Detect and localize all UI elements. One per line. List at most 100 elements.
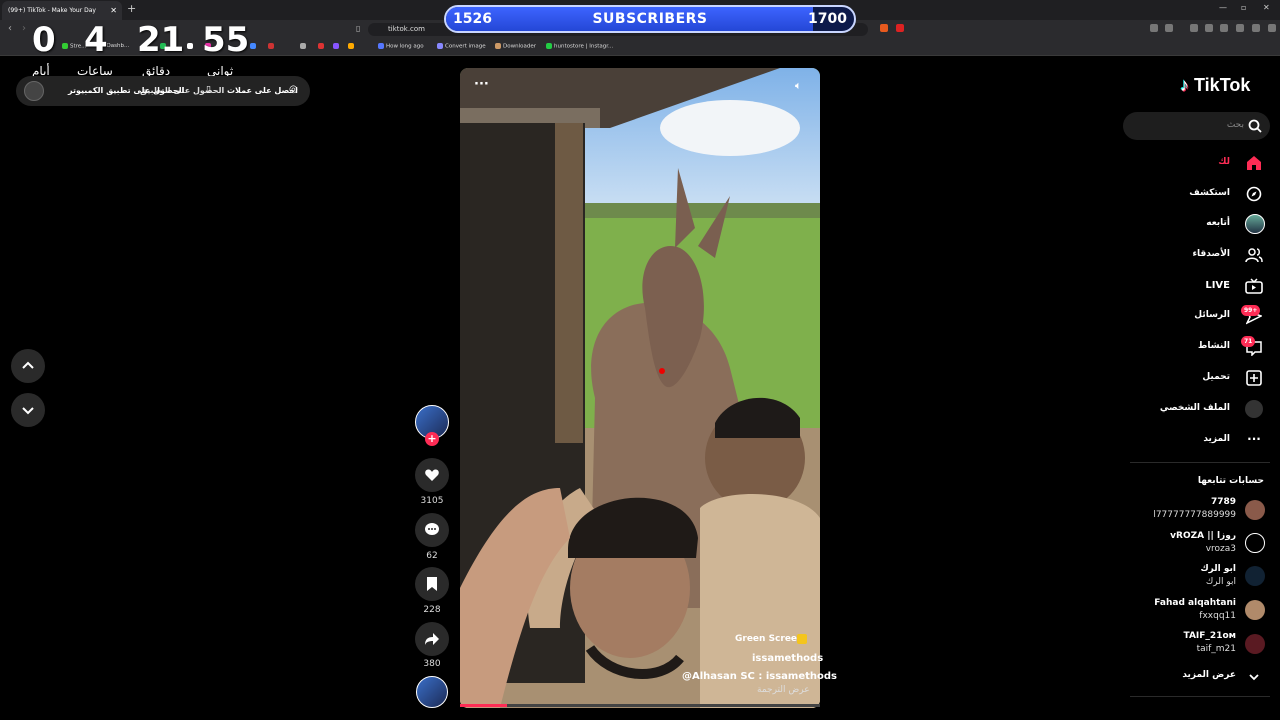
minimize-icon[interactable]: —: [1219, 3, 1227, 12]
bookmark-favicon[interactable]: [250, 43, 258, 50]
chevron-down-icon: [1248, 668, 1260, 687]
avatar: [1245, 634, 1265, 654]
get-app-link[interactable]: الحصول على التطبيق: [140, 86, 224, 95]
rewards-icon[interactable]: [896, 24, 904, 32]
tab-title: (99+) TikTok - Make Your Day: [8, 7, 96, 14]
chevron-up-icon: [22, 361, 34, 369]
comment-icon: [425, 523, 439, 535]
new-tab-icon[interactable]: +: [127, 2, 136, 15]
previous-video-button[interactable]: [11, 349, 45, 383]
account-name: 7789: [1210, 497, 1236, 507]
activity-badge: 71: [1241, 336, 1256, 347]
more-icon: ···: [1247, 432, 1261, 446]
back-icon[interactable]: ‹: [8, 23, 12, 34]
music-disc-avatar[interactable]: [416, 676, 448, 708]
countdown-hours-value: 4: [84, 20, 108, 60]
next-video-button[interactable]: [11, 393, 45, 427]
countdown-days-value: 0: [32, 20, 56, 60]
comment-button[interactable]: [415, 513, 449, 547]
bookmark-item[interactable]: Convert image: [437, 43, 486, 50]
extension-icon[interactable]: [1252, 24, 1260, 32]
bookmark-icon[interactable]: ▯: [356, 24, 360, 33]
sidebar-divider: [1130, 462, 1270, 463]
bookmark-favicon[interactable]: [318, 43, 326, 50]
save-button[interactable]: [415, 567, 449, 601]
comment-count: 62: [426, 551, 438, 561]
forward-icon[interactable]: ›: [22, 23, 26, 34]
account-name: Fahad alqahtani: [1154, 598, 1236, 608]
sidebar-item-label: لك: [1218, 157, 1230, 167]
search-placeholder: بحث: [1226, 120, 1244, 130]
like-count: 3105: [420, 496, 444, 506]
search-icon[interactable]: [1248, 119, 1262, 133]
home-icon: [1245, 154, 1263, 172]
tiktok-logo[interactable]: ♪ TikTok: [1180, 75, 1250, 96]
extension-icon[interactable]: [1220, 24, 1228, 32]
bookmark-favicon[interactable]: [348, 43, 356, 50]
close-window-icon[interactable]: ✕: [1263, 3, 1270, 12]
extension-icon[interactable]: [1190, 24, 1198, 32]
save-count: 228: [423, 605, 441, 615]
account-username: ابو الرك: [1205, 577, 1236, 587]
share-button[interactable]: [415, 622, 449, 656]
compass-icon: [1245, 185, 1263, 203]
bookmark-item[interactable]: Stre...: [62, 43, 86, 50]
sidebar-item-label: الأصدقاء: [1192, 249, 1230, 259]
bookmark-favicon[interactable]: [333, 43, 341, 50]
maximize-icon[interactable]: ▫: [1241, 3, 1246, 12]
subscriber-goal-bar: 1526 SUBSCRIBERS 1700: [444, 5, 856, 33]
bookmark-item[interactable]: How long ago: [378, 43, 424, 50]
bookmark-favicon[interactable]: [268, 43, 276, 50]
video-caption: @Alhasan SC : issamethods: [682, 671, 837, 682]
tiktok-note-icon: ♪: [1180, 75, 1189, 95]
video-author[interactable]: issamethods: [752, 653, 823, 664]
sidebar-item-label: النشاط: [1197, 341, 1230, 351]
extension-icon[interactable]: [1236, 24, 1244, 32]
close-tab-icon[interactable]: ✕: [110, 1, 117, 20]
url-text: tiktok.com: [388, 25, 425, 33]
video-frame: [460, 68, 820, 708]
menu-icon[interactable]: [1268, 24, 1276, 32]
browser-tab[interactable]: (99+) TikTok - Make Your Day ✕: [2, 1, 122, 20]
bookmark-item[interactable]: Downloader: [495, 43, 536, 50]
extension-icon[interactable]: [1205, 24, 1213, 32]
friends-icon: [1245, 246, 1263, 264]
get-coins-link[interactable]: احصل على عملات: [227, 86, 298, 95]
sidebar-divider: [1130, 696, 1270, 697]
account-username: vroza3: [1205, 544, 1236, 554]
pill-avatar[interactable]: [24, 81, 44, 101]
like-button[interactable]: [415, 458, 449, 492]
subscriber-label: SUBSCRIBERS: [592, 11, 708, 27]
avatar: [1245, 533, 1265, 553]
video-progress-bar[interactable]: [460, 704, 820, 707]
coin-icon: ◎: [289, 84, 298, 95]
bookmark-item[interactable]: huntostore | Instagr...: [546, 43, 613, 50]
follow-plus-icon[interactable]: +: [425, 432, 439, 446]
messages-badge: 99+: [1241, 305, 1261, 316]
video-player[interactable]: [460, 68, 820, 708]
extension-icon[interactable]: [1150, 24, 1158, 32]
more-options-icon[interactable]: ···: [474, 77, 489, 92]
share-count: 380: [423, 659, 441, 669]
share-icon: [425, 633, 439, 645]
extension-icon[interactable]: [1165, 24, 1173, 32]
sidebar-item-label: أتابعه: [1206, 218, 1230, 228]
tiktok-logo-text: TikTok: [1194, 75, 1251, 95]
account-name: TAIF_21ᴏᴍ: [1183, 631, 1236, 641]
account-name: vROZA || روزا: [1170, 531, 1236, 541]
avatar: [1245, 500, 1265, 520]
bookmark-favicon[interactable]: [187, 43, 195, 50]
sidebar-item-label: استكشف: [1189, 188, 1230, 198]
countdown-seconds-value: 55: [202, 20, 250, 60]
green-screen-tag[interactable]: Green Screen: [735, 634, 803, 644]
see-translation-link[interactable]: عرض الترجمة: [757, 685, 810, 695]
sidebar-item-label: الرسائل: [1194, 310, 1230, 320]
live-icon: [1245, 277, 1263, 295]
brave-shield-icon[interactable]: [880, 24, 888, 32]
subscriber-goal: 1700: [808, 11, 847, 27]
volume-icon[interactable]: 🔈︎: [795, 79, 802, 93]
phone-icon: ▯: [206, 85, 211, 95]
following-icon: [1245, 214, 1265, 234]
heart-icon: [425, 469, 439, 481]
bookmark-favicon[interactable]: [300, 43, 308, 50]
